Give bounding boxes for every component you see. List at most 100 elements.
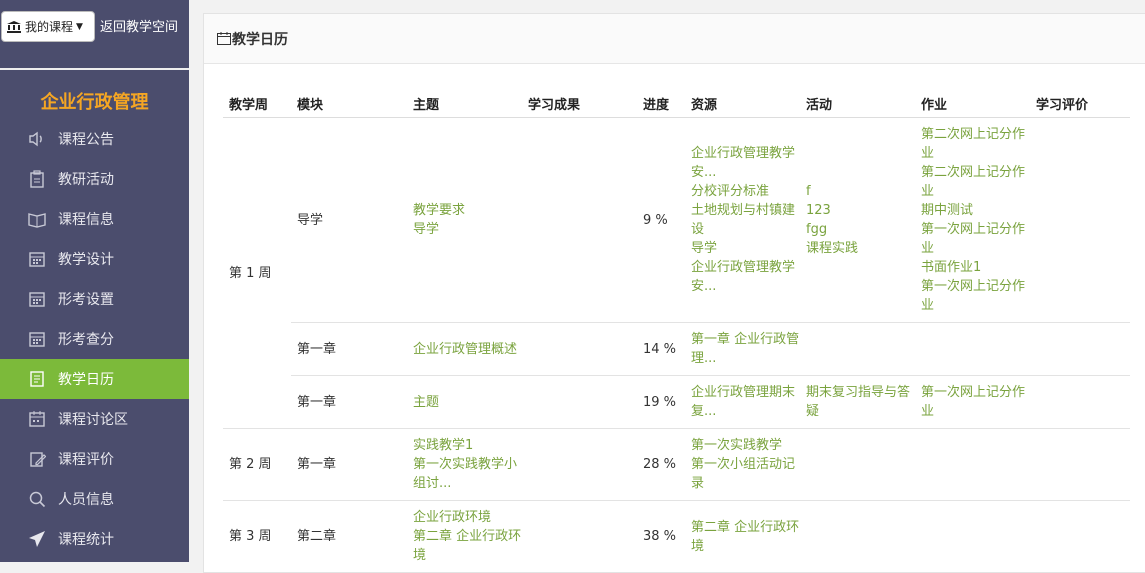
topic-cell: 主题 — [407, 375, 522, 429]
course-title: 企业行政管理 — [40, 92, 149, 113]
column-header: 学习评价 — [1030, 90, 1130, 118]
topic-cell: 实践教学1 第一次实践教学小组讨... — [407, 428, 522, 501]
topic-cell-link[interactable]: 主题 — [413, 393, 522, 412]
topic-cell-link[interactable]: 企业行政环境 — [413, 508, 522, 527]
sidebar-item-9[interactable]: 课程评价 — [0, 439, 189, 479]
topic-cell-link[interactable]: 导学 — [413, 220, 522, 239]
sidebar: 我的课程 ▼ 返回教学空间 企业行政管理 课程公告教研活动 课程信息教学设计形考设… — [0, 0, 189, 562]
sidebar-item-label: 课程讨论区 — [58, 412, 128, 428]
caret-down-icon: ▼ — [76, 21, 83, 32]
activity-cell-link[interactable]: 期末复习指导与答疑 — [806, 383, 915, 421]
homework-cell-link[interactable]: 第一次网上记分作业 — [921, 383, 1030, 421]
calendar-table: 教学周 模块 主题 学习成果 进度 资源 活动 作业 学习评价 第 1 周导学 教学要求 导学 9 %… — [223, 90, 1130, 573]
column-header: 学习成果 — [522, 90, 637, 118]
week-cell: 第 2 周 — [223, 428, 291, 501]
activity-cell: 期末复习指导与答疑 — [800, 375, 915, 429]
resource-cell-link[interactable]: 导学 — [691, 239, 800, 258]
resource-cell-link[interactable]: 分校评分标准 — [691, 182, 800, 201]
send-icon — [29, 531, 45, 547]
sidebar-item-8[interactable]: 课程讨论区 — [0, 399, 189, 439]
topic-cell: 企业行政管理概述 — [407, 322, 522, 376]
topic-cell-link[interactable]: 第二章 企业行政环境 — [413, 527, 522, 565]
homework-cell-link[interactable]: 第一次网上记分作业 — [921, 277, 1030, 315]
topic-cell-link[interactable]: 企业行政管理概述 — [413, 340, 522, 359]
edit-icon — [30, 452, 46, 467]
sidebar-item-11[interactable]: 课程统计 — [0, 519, 189, 559]
bank-icon — [7, 20, 21, 33]
module-cell: 第一章 — [291, 375, 407, 429]
calendar-grid-icon — [29, 411, 45, 427]
sidebar-item-label: 形考查分 — [58, 332, 114, 348]
sidebar-item-4[interactable]: 教学设计 — [0, 239, 189, 279]
calendar-icon — [29, 292, 45, 307]
column-header: 进度 — [637, 90, 685, 118]
sidebar-item-label: 人员信息 — [58, 492, 114, 508]
activity-cell-link[interactable]: 课程实践 — [806, 239, 915, 258]
evaluation-cell — [1030, 375, 1130, 429]
sidebar-item-3[interactable]: 课程信息 — [0, 199, 189, 239]
speaker-icon — [29, 131, 42, 147]
sidebar-item-label: 课程公告 — [58, 132, 114, 148]
resource-cell-link[interactable]: 企业行政管理教学安... — [691, 144, 800, 182]
outcome-cell — [522, 322, 637, 376]
sidebar-item-10[interactable]: 人员信息 — [0, 479, 189, 519]
table-header-row: 教学周 模块 主题 学习成果 进度 资源 活动 作业 学习评价 — [223, 90, 1130, 118]
column-header: 作业 — [915, 90, 1030, 118]
sidebar-item-label: 教学设计 — [58, 252, 114, 268]
sidebar-item-6[interactable]: 形考查分 — [0, 319, 189, 359]
homework-cell-link[interactable]: 书面作业1 — [921, 258, 1030, 277]
book-icon — [28, 213, 46, 228]
table-row: 第一章 企业行政管理概述 14 % 第一章 企业行政管理... — [223, 322, 1130, 376]
sidebar-item-2[interactable]: 教研活动 — [0, 159, 189, 199]
activity-cell-link[interactable]: f — [806, 182, 915, 201]
outcome-cell — [522, 117, 637, 323]
homework-cell: 第二次网上记分作业 第二次网上记分作业 期中测试 第一次网上记分作业 书面作业1 第一次网… — [915, 117, 1030, 323]
column-header: 教学周 — [223, 90, 291, 118]
panel-header: 教学日历 — [204, 14, 1145, 64]
my-courses-label: 我的课程 — [25, 20, 74, 34]
resource-cell-link[interactable]: 第一章 企业行政管理... — [691, 330, 800, 368]
activity-cell — [800, 428, 915, 501]
homework-cell-link[interactable]: 第二次网上记分作业 — [921, 125, 1030, 163]
sidebar-item-5[interactable]: 形考设置 — [0, 279, 189, 319]
week-cell: 第 1 周 — [223, 117, 291, 429]
activity-cell-link[interactable]: 123 — [806, 201, 915, 220]
activity-cell-link[interactable]: fgg — [806, 220, 915, 239]
sidebar-item-label: 形考设置 — [58, 292, 114, 308]
sidebar-item-1[interactable]: 课程公告 — [0, 119, 189, 159]
sidebar-item-label: 课程评价 — [58, 452, 114, 468]
homework-cell-link[interactable]: 第二次网上记分作业 — [921, 163, 1030, 201]
resource-cell-link[interactable]: 第二章 企业行政环境 — [691, 518, 800, 556]
list-icon — [30, 371, 44, 387]
calendar-icon — [217, 32, 231, 45]
resource-cell: 第一次实践教学 第一次小组活动记录 — [685, 428, 800, 501]
topic-cell-link[interactable]: 实践教学1 — [413, 436, 522, 455]
resource-cell-link[interactable]: 企业行政管理教学安... — [691, 258, 800, 296]
topic-cell-link[interactable]: 教学要求 — [413, 201, 522, 220]
topic-cell-link[interactable]: 第一次实践教学小组讨... — [413, 455, 522, 493]
outcome-cell — [522, 428, 637, 501]
progress-cell: 28 % — [637, 428, 685, 501]
table-row: 第 1 周导学 教学要求 导学 9 % 企业行政管理教学安... 分校评分标准 土地规划与村… — [223, 117, 1130, 429]
progress-cell: 14 % — [637, 322, 685, 376]
resource-cell: 第一章 企业行政管理... — [685, 322, 800, 376]
my-courses-dropdown[interactable]: 我的课程 ▼ — [1, 11, 95, 42]
homework-cell-link[interactable]: 第一次网上记分作业 — [921, 220, 1030, 258]
progress-cell: 9 % — [637, 117, 685, 323]
resource-cell-link[interactable]: 企业行政管理期末复... — [691, 383, 800, 421]
column-header: 主题 — [407, 90, 522, 118]
column-header: 活动 — [800, 90, 915, 118]
resource-cell-link[interactable]: 第一次小组活动记录 — [691, 455, 800, 493]
resource-cell: 企业行政管理期末复... — [685, 375, 800, 429]
sidebar-item-7[interactable]: 教学日历 — [0, 359, 189, 399]
homework-cell-link[interactable]: 期中测试 — [921, 201, 1030, 220]
column-header: 模块 — [291, 90, 407, 118]
homework-cell: 第一次网上记分作业 — [915, 375, 1030, 429]
sidebar-topbar: 我的课程 ▼ 返回教学空间 — [0, 0, 189, 70]
evaluation-cell — [1030, 428, 1130, 501]
evaluation-cell — [1030, 322, 1130, 376]
resource-cell-link[interactable]: 土地规划与村镇建设 — [691, 201, 800, 239]
resource-cell-link[interactable]: 第一次实践教学 — [691, 436, 800, 455]
back-to-space-link[interactable]: 返回教学空间 — [100, 16, 178, 35]
sidebar-nav: 课程公告教研活动 课程信息教学设计形考设置形考查分教学日历课程讨论区课程评价人员信… — [0, 119, 189, 559]
